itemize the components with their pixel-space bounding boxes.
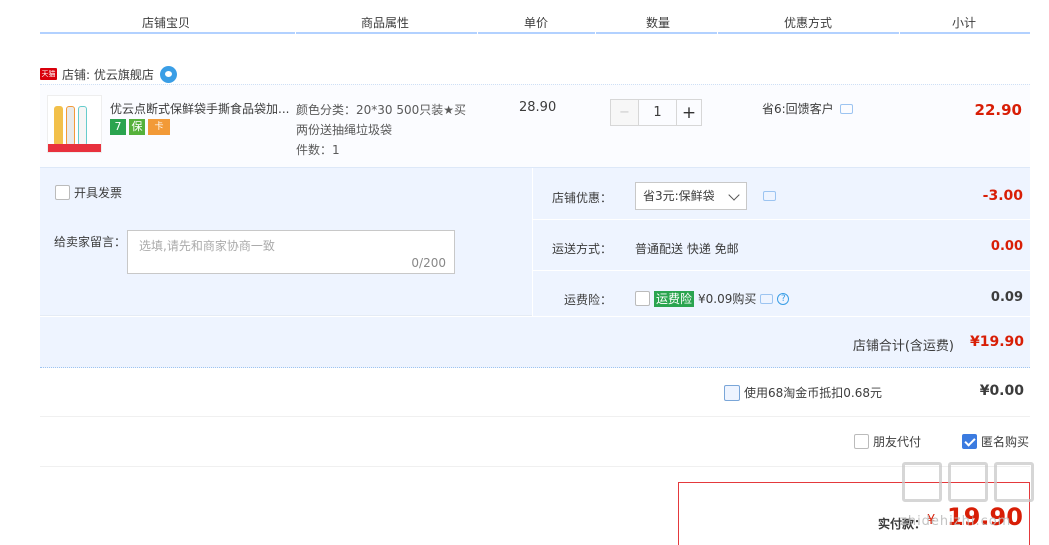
watermark-logo-glyph: [902, 462, 942, 502]
col-unit-price: 单价: [524, 16, 549, 30]
shipping-method: 普通配送 快递 免邮: [635, 242, 739, 256]
col-shop-item: 店铺宝贝: [142, 16, 191, 30]
help-icon[interactable]: ?: [777, 292, 790, 305]
table-header: 店铺宝贝 商品属性 单价 数量 优惠方式 小计: [40, 0, 1030, 34]
col-attributes: 商品属性: [361, 16, 410, 30]
watermark-logo-glyph: [994, 462, 1034, 502]
card-payment-icon[interactable]: 卡: [148, 119, 170, 135]
seven-day-return-icon[interactable]: 7: [110, 119, 126, 135]
quantity-plus-button[interactable]: +: [676, 99, 702, 126]
seller-message-textarea[interactable]: 选填,请先和商家协商一致 0/200: [127, 230, 455, 274]
guarantee-icon[interactable]: 保: [129, 119, 145, 135]
product-promo-strip: [48, 144, 101, 152]
watermark-logo-glyph: [948, 462, 988, 502]
col-divider: [899, 0, 900, 34]
message-char-counter: 0/200: [411, 256, 446, 270]
item-subtotal: 22.90: [974, 101, 1022, 119]
shop-discount-selected: 省3元:保鲜袋: [643, 189, 715, 203]
friend-pay-checkbox[interactable]: [854, 434, 869, 449]
shop-total-label: 店铺合计(含运费): [852, 339, 954, 354]
message-placeholder: 选填,请先和商家协商一致: [139, 239, 275, 253]
attr-line: 颜色分类：20*30 500只装★买: [296, 103, 467, 117]
watermark: zhidehizhi.com: [900, 462, 1040, 542]
product-title-link[interactable]: 优云点断式保鲜袋手撕食品袋加...: [110, 100, 290, 117]
col-divider: [295, 0, 296, 34]
freight-insurance-checkbox[interactable]: [635, 291, 650, 306]
friend-pay-label: 朋友代付: [873, 435, 922, 449]
anonymous-purchase-checkbox[interactable]: [962, 434, 977, 449]
shop-discount-label: 店铺优惠：: [551, 191, 612, 205]
freight-insurance-label: 运费险：: [563, 293, 612, 307]
shop-discount-value: -3.00: [982, 188, 1023, 204]
shop-row: 天猫 店铺: 优云旗舰店: [40, 64, 177, 84]
comment-icon[interactable]: [760, 293, 774, 304]
comment-icon[interactable]: [763, 191, 776, 201]
taobao-coins-row: 使用68淘金币抵扣0.68元 ¥0.00: [40, 368, 1030, 417]
use-coins-option[interactable]: 使用68淘金币抵扣0.68元: [724, 384, 882, 401]
freight-insurance-row: 运费险： 运费险 ¥0.09购买 ? 0.09: [533, 272, 1030, 322]
col-divider: [595, 0, 596, 34]
item-discount: 省6:回馈客户: [762, 100, 853, 117]
quantity-stepper: − 1 +: [610, 99, 702, 126]
anonymous-purchase-option[interactable]: 匿名购买: [962, 433, 1029, 450]
shop-summary-panel: 店铺优惠： 省3元:保鲜袋 -3.00 运送方式： 普通配送 快递 免邮 0.0…: [533, 168, 1030, 316]
order-item-row: 优云点断式保鲜袋手撕食品袋加... 7 保 卡 颜色分类：20*30 500只装…: [40, 84, 1030, 168]
attr-line: 两份送抽绳垃圾袋: [296, 123, 393, 137]
payment-options-row: 朋友代付 匿名购买: [40, 417, 1030, 467]
product-attributes: 颜色分类：20*30 500只装★买 两份送抽绳垃圾袋 件数：1: [296, 100, 486, 160]
message-label: 给卖家留言：: [54, 235, 127, 249]
service-badges: 7 保 卡: [110, 119, 170, 135]
coins-deduction-value: ¥0.00: [979, 383, 1024, 399]
item-count: 件数：1: [296, 143, 340, 157]
shop-discount-row: 店铺优惠： 省3元:保鲜袋 -3.00: [533, 170, 1030, 220]
freight-insurance-option[interactable]: 运费险 ¥0.09购买 ?: [635, 290, 790, 307]
order-options-panel: 开具发票 给卖家留言： 选填,请先和商家协商一致 0/200: [40, 168, 532, 316]
product-thumbnail[interactable]: [47, 95, 102, 153]
quantity-input[interactable]: 1: [639, 99, 676, 126]
col-discount: 优惠方式: [784, 16, 833, 30]
shipping-fee: 0.00: [990, 239, 1023, 254]
wangwang-chat-icon[interactable]: [159, 65, 177, 83]
freight-insurance-tag: 运费险: [654, 290, 695, 307]
quantity-minus-button[interactable]: −: [610, 99, 639, 126]
col-divider: [477, 0, 478, 34]
roll-image-part: [54, 106, 63, 146]
chevron-down-icon: [728, 189, 740, 201]
invoice-option[interactable]: 开具发票: [55, 184, 122, 201]
unit-price: 28.90: [519, 100, 557, 115]
shipping-row: 运送方式： 普通配送 快递 免邮 0.00: [533, 221, 1030, 271]
invoice-checkbox[interactable]: [55, 185, 70, 200]
use-coins-checkbox[interactable]: [724, 384, 740, 401]
col-quantity: 数量: [646, 16, 671, 30]
shop-discount-select[interactable]: 省3元:保鲜袋: [635, 182, 747, 210]
shop-name-link[interactable]: 店铺: 优云旗舰店: [62, 66, 154, 83]
shipping-label: 运送方式：: [551, 242, 612, 256]
freight-insurance-value: 0.09: [990, 290, 1023, 305]
invoice-label: 开具发票: [74, 186, 123, 200]
roll-image-part: [78, 106, 87, 146]
col-divider: [717, 0, 718, 34]
tmall-icon: 天猫: [40, 68, 57, 80]
use-coins-label: 使用68淘金币抵扣0.68元: [744, 386, 882, 400]
freight-insurance-price: ¥0.09购买: [698, 292, 757, 306]
friend-pay-option[interactable]: 朋友代付: [854, 433, 921, 450]
shop-total-bar: 店铺合计(含运费) ¥19.90: [40, 317, 1030, 368]
roll-image-part: [66, 106, 75, 146]
anonymous-purchase-label: 匿名购买: [981, 435, 1030, 449]
discount-text: 省6:回馈客户: [762, 102, 834, 116]
watermark-site: zhidehizhi.com: [900, 514, 1012, 529]
col-subtotal: 小计: [952, 16, 977, 30]
shop-total-value: ¥19.90: [969, 334, 1024, 350]
comment-icon[interactable]: [839, 103, 853, 114]
